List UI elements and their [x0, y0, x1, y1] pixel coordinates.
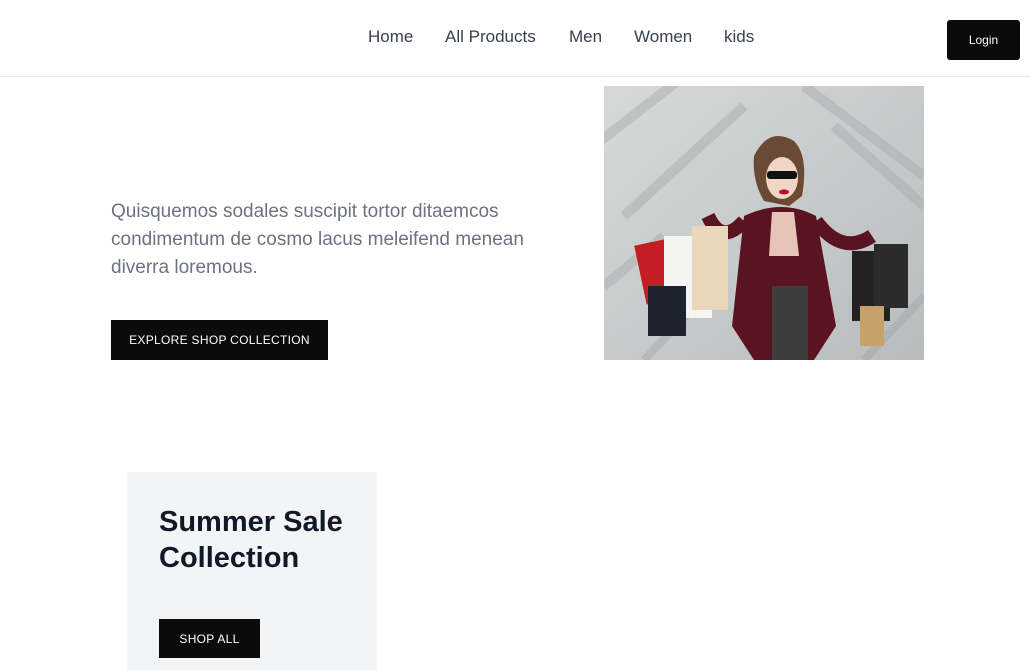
nav-all-products-link[interactable]: All Products: [445, 27, 536, 47]
shop-all-button[interactable]: SHOP ALL: [159, 619, 260, 658]
hero-image: [604, 86, 924, 360]
login-button[interactable]: Login: [947, 20, 1020, 60]
nav-women-link[interactable]: Women: [634, 27, 692, 47]
shopping-woman-illustration: [604, 86, 924, 360]
nav-kids-link[interactable]: kids: [724, 27, 754, 47]
summer-sale-card: Summer Sale Collection SHOP ALL: [127, 472, 377, 670]
site-header: Home All Products Men Women kids Login: [0, 0, 1030, 77]
nav-home-link[interactable]: Home: [368, 27, 413, 47]
main-nav: Home All Products Men Women kids: [0, 0, 1030, 76]
explore-shop-collection-button[interactable]: EXPLORE SHOP COLLECTION: [111, 320, 328, 360]
nav-men-link[interactable]: Men: [569, 27, 602, 47]
hero-description: Quisquemos sodales suscipit tortor ditae…: [111, 201, 524, 278]
promo-title: Summer Sale Collection: [159, 506, 343, 574]
